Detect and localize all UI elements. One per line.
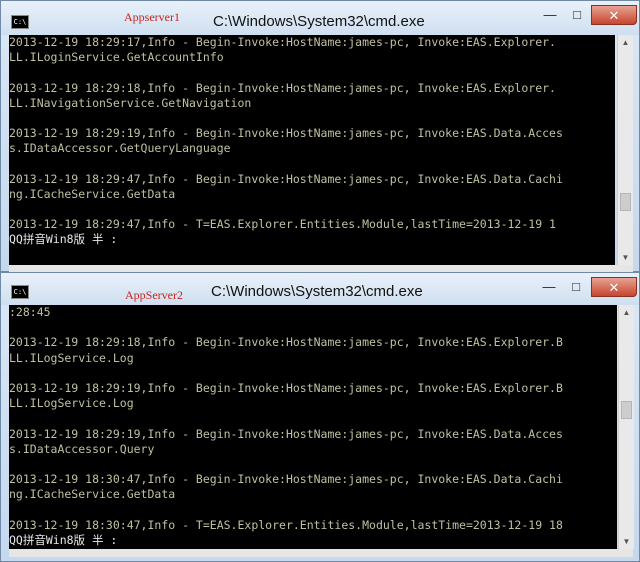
maximize-button[interactable]: □ (563, 277, 589, 297)
window-title: C:\Windows\System32\cmd.exe (211, 283, 423, 300)
console-line: s.IDataAccessor.GetQueryLanguage (9, 141, 231, 156)
console-line: 2013-12-19 18:30:47,Info - T=EAS.Explore… (9, 517, 563, 532)
console-line: :28:45 (9, 305, 51, 319)
console-output[interactable]: :28:45 2013-12-19 18:29:18,Info - Begin-… (9, 305, 617, 549)
ime-status-line: QQ拼音Win8版 半 : (9, 532, 118, 547)
scroll-thumb[interactable] (620, 193, 631, 211)
console-output[interactable]: 2013-12-19 18:29:17,Info - Begin-Invoke:… (9, 35, 615, 265)
title-bar[interactable]: C:\ Appserver1 C:\Windows\System32\cmd.e… (1, 1, 639, 35)
window-annotation-label: Appserver1 (124, 10, 180, 24)
cmd-window-appserver1[interactable]: C:\ Appserver1 C:\Windows\System32\cmd.e… (0, 0, 640, 273)
maximize-button[interactable]: □ (564, 5, 590, 25)
ime-status-line: QQ拼音Win8版 半 : (9, 232, 118, 247)
console-line: LL.ILogService.Log (9, 350, 134, 365)
console-line: ng.ICacheService.GetData (9, 186, 176, 201)
scroll-thumb[interactable] (621, 401, 632, 419)
close-button[interactable]: ✕ (591, 277, 637, 297)
console-line: 2013-12-19 18:29:47,Info - T=EAS.Explore… (9, 217, 556, 232)
console-line: s.IDataAccessor.Query (9, 441, 155, 456)
console-line: ng.ICacheService.GetData (9, 487, 176, 502)
scroll-down-icon[interactable]: ▼ (619, 534, 634, 549)
console-line: LL.ILoginService.GetAccountInfo (9, 50, 224, 65)
horizontal-scrollbar[interactable] (9, 549, 633, 557)
console-line: 2013-12-19 18:29:18,Info - Begin-Invoke:… (9, 335, 563, 350)
minimize-button[interactable]: — (536, 277, 562, 297)
console-line: LL.ILogService.Log (9, 396, 134, 411)
window-annotation-label: AppServer2 (125, 288, 183, 302)
scroll-down-icon[interactable]: ▼ (618, 250, 633, 265)
cmd-icon[interactable]: C:\ (11, 15, 29, 29)
close-button[interactable]: ✕ (591, 5, 637, 25)
vertical-scrollbar[interactable]: ▲ ▼ (617, 35, 633, 265)
console-line: 2013-12-19 18:29:19,Info - Begin-Invoke:… (9, 426, 563, 441)
scroll-up-icon[interactable]: ▲ (619, 305, 634, 320)
console-line: LL.INavigationService.GetNavigation (9, 95, 252, 110)
minimize-button[interactable]: — (537, 5, 563, 25)
vertical-scrollbar[interactable]: ▲ ▼ (618, 305, 634, 549)
cmd-window-appserver2[interactable]: C:\ AppServer2 C:\Windows\System32\cmd.e… (0, 272, 640, 562)
cmd-icon[interactable]: C:\ (11, 285, 29, 299)
console-line: 2013-12-19 18:29:19,Info - Begin-Invoke:… (9, 380, 563, 395)
console-line: 2013-12-19 18:29:17,Info - Begin-Invoke:… (9, 35, 556, 49)
scroll-up-icon[interactable]: ▲ (618, 35, 633, 50)
console-line: 2013-12-19 18:29:19,Info - Begin-Invoke:… (9, 126, 563, 141)
console-line: 2013-12-19 18:29:18,Info - Begin-Invoke:… (9, 80, 556, 95)
console-line: 2013-12-19 18:30:47,Info - Begin-Invoke:… (9, 472, 563, 487)
title-bar[interactable]: C:\ AppServer2 C:\Windows\System32\cmd.e… (1, 273, 639, 305)
window-title: C:\Windows\System32\cmd.exe (213, 13, 425, 30)
console-line: 2013-12-19 18:29:47,Info - Begin-Invoke:… (9, 171, 563, 186)
